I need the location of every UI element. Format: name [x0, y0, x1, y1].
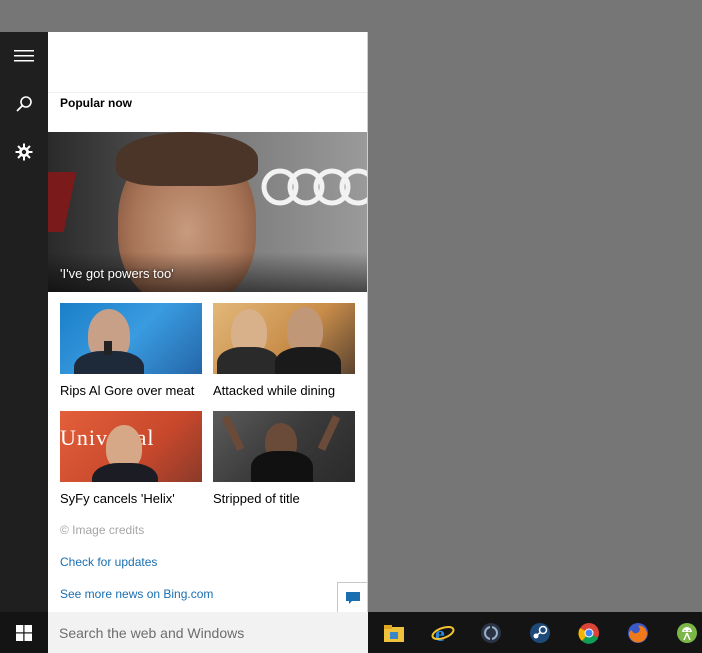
news-tile-label[interactable]: SyFy cancels 'Helix'	[60, 491, 202, 506]
news-tile[interactable]: Rips Al Gore over meat	[60, 303, 202, 398]
news-tile-image[interactable]	[213, 303, 355, 374]
feedback-button[interactable]	[337, 582, 367, 612]
file-explorer-icon	[384, 624, 404, 642]
search-icon	[16, 96, 32, 112]
news-tile-image[interactable]	[60, 303, 202, 374]
hero-person-hair	[116, 132, 258, 186]
steam-client-button[interactable]	[467, 612, 515, 653]
settings-nav-button[interactable]	[0, 128, 48, 176]
steam-icon	[530, 622, 550, 643]
firefox-button[interactable]	[614, 612, 662, 653]
gear-icon	[15, 143, 33, 161]
news-tile-label[interactable]: Stripped of title	[213, 491, 355, 506]
section-title: Popular now	[60, 96, 132, 110]
hero-news-card[interactable]: 'I've got powers too'	[48, 132, 367, 292]
internet-explorer-icon: e	[431, 621, 455, 645]
windows-logo-icon	[16, 624, 32, 641]
search-nav-button[interactable]	[0, 80, 48, 128]
android-studio-button[interactable]	[663, 612, 702, 653]
file-explorer-button[interactable]	[370, 612, 418, 653]
hamburger-icon	[14, 50, 34, 62]
news-tile-label[interactable]: Attacked while dining	[213, 383, 355, 398]
chrome-button[interactable]	[565, 612, 613, 653]
android-studio-icon	[677, 622, 697, 643]
hero-caption[interactable]: 'I've got powers too'	[60, 266, 174, 281]
hamburger-menu-button[interactable]	[0, 32, 48, 80]
audi-rings-graphic	[261, 168, 367, 206]
desktop: Popular now 'I've got powers too' Rips A…	[0, 0, 702, 653]
cortana-rail	[0, 32, 48, 612]
news-tile[interactable]: Stripped of title	[213, 411, 355, 506]
news-tile-label[interactable]: Rips Al Gore over meat	[60, 383, 202, 398]
news-tile-image[interactable]: Universal	[60, 411, 202, 482]
steam-client-icon	[481, 622, 501, 643]
news-tile[interactable]: Attacked while dining	[213, 303, 355, 398]
start-button[interactable]	[0, 612, 48, 653]
news-tile[interactable]: Universal SyFy cancels 'Helix'	[60, 411, 202, 506]
taskbar: e	[0, 612, 702, 653]
check-for-updates-link[interactable]: Check for updates	[60, 555, 157, 569]
firefox-icon	[628, 622, 648, 643]
cortana-panel: Popular now 'I've got powers too' Rips A…	[48, 32, 368, 612]
steam-button[interactable]	[516, 612, 564, 653]
see-more-news-link[interactable]: See more news on Bing.com	[60, 587, 213, 601]
internet-explorer-button[interactable]: e	[419, 612, 467, 653]
news-tile-image[interactable]	[213, 411, 355, 482]
feedback-icon	[345, 591, 360, 604]
svg-text:e: e	[435, 621, 445, 645]
chrome-icon	[578, 622, 599, 644]
taskbar-search-input[interactable]	[48, 612, 368, 653]
image-credits-link[interactable]: © Image credits	[60, 523, 144, 537]
hero-logo-fragment	[48, 172, 77, 232]
panel-header-area	[48, 32, 367, 93]
